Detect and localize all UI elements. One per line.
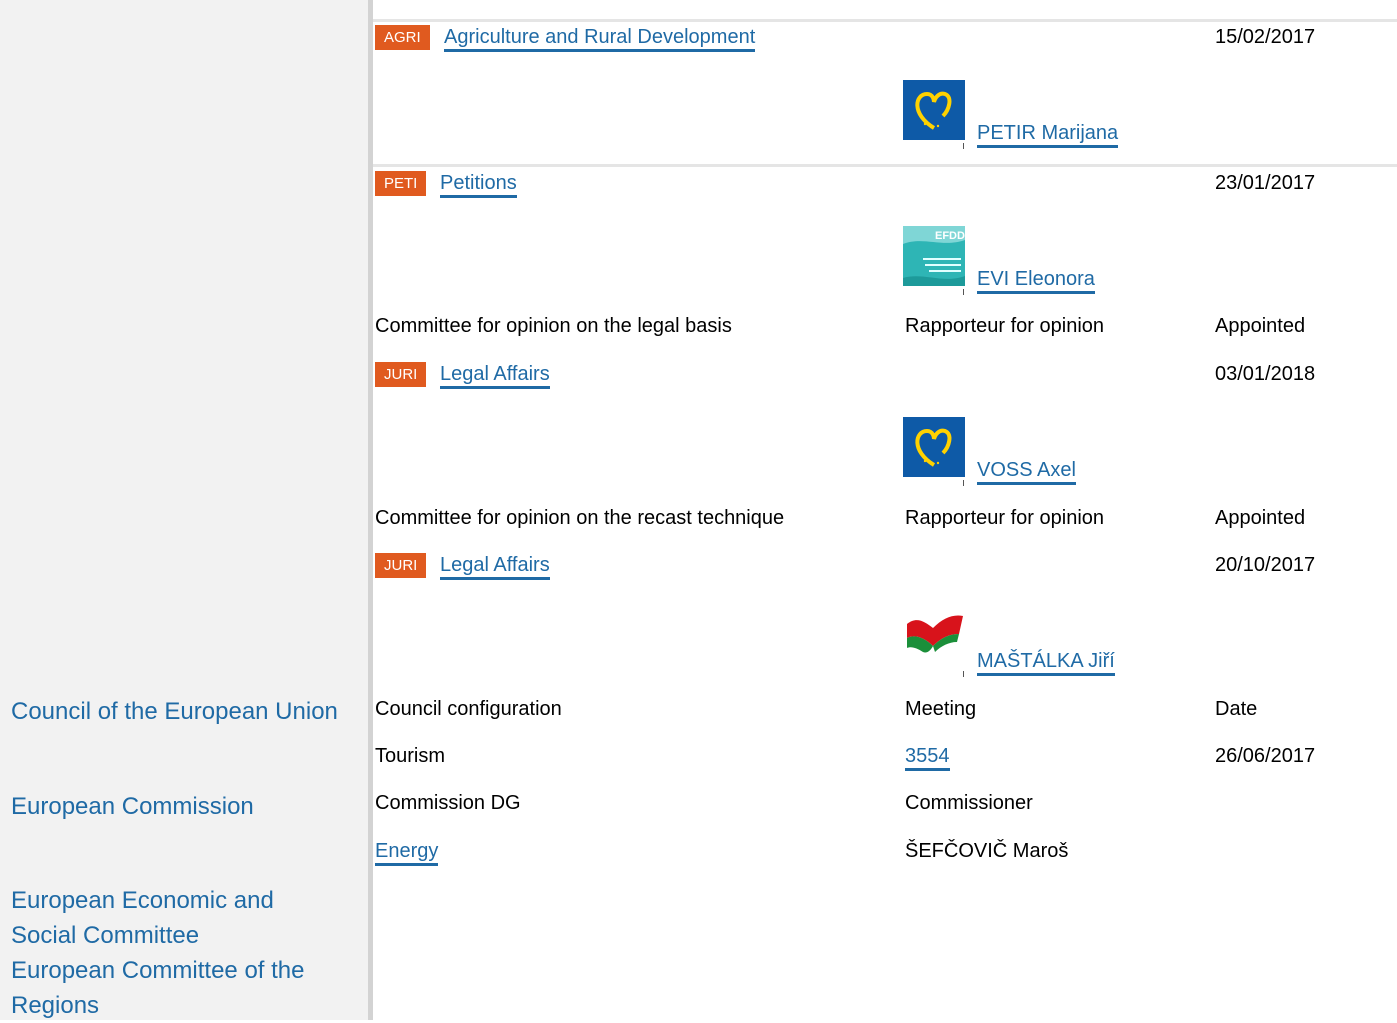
- council-meeting-header: Meeting: [905, 698, 977, 720]
- epp-heart-logo-icon: [903, 80, 965, 140]
- committee-code-badge: PETI: [375, 171, 427, 196]
- epp-heart-logo-icon: [903, 417, 965, 477]
- recast-committee-header: Committee for opinion on the recast tech…: [375, 507, 785, 529]
- commission-dg-header: Commission DG: [375, 792, 521, 814]
- legal-basis-status-header: Appointed: [1215, 315, 1306, 337]
- rapporteur-link[interactable]: PETIR Marijana: [977, 122, 1119, 148]
- institution-eesc-link[interactable]: European Economic and Social Committee: [11, 883, 341, 953]
- commissioner-header: Commissioner: [905, 792, 1033, 814]
- council-date-header: Date: [1215, 698, 1258, 720]
- council-meeting-link[interactable]: 3554: [905, 745, 950, 771]
- institution-commission-link[interactable]: European Commission: [11, 789, 366, 824]
- committee-link-juri[interactable]: Legal Affairs: [440, 554, 550, 580]
- svg-text:EFDD: EFDD: [935, 230, 965, 242]
- committee-date: 23/01/2017: [1215, 172, 1316, 194]
- committee-link-agri[interactable]: Agriculture and Rural Development: [444, 26, 756, 52]
- committee-link-peti[interactable]: Petitions: [440, 172, 517, 198]
- rapporteur-link[interactable]: EVI Eleonora: [977, 268, 1095, 294]
- council-configuration: Tourism: [375, 745, 446, 767]
- committee-link-juri[interactable]: Legal Affairs: [440, 363, 550, 389]
- recast-role-header: Rapporteur for opinion: [905, 507, 1105, 529]
- legal-basis-committee-header: Committee for opinion on the legal basis: [375, 315, 732, 337]
- row-divider: [373, 19, 1397, 22]
- committee-date: 15/02/2017: [1215, 26, 1316, 48]
- committee-code-badge: JURI: [375, 553, 427, 578]
- commissioner-name: ŠEFČOVIČ Maroš: [905, 840, 1069, 862]
- row-divider: [373, 164, 1397, 167]
- rapporteur-link[interactable]: MAŠTÁLKA Jiří: [977, 650, 1115, 676]
- institution-council-link[interactable]: Council of the European Union: [11, 694, 366, 729]
- committee-code-badge: JURI: [375, 362, 427, 387]
- committee-date: 03/01/2018: [1215, 363, 1316, 385]
- recast-status-header: Appointed: [1215, 507, 1306, 529]
- efdd-logo-icon: EFDD: [903, 226, 965, 286]
- sidebar-divider: [368, 0, 373, 1020]
- legal-basis-role-header: Rapporteur for opinion: [905, 315, 1105, 337]
- committee-code-badge: AGRI: [375, 25, 430, 50]
- institution-cor-link[interactable]: European Committee of the Regions: [11, 953, 341, 1023]
- commission-dg-link[interactable]: Energy: [375, 840, 439, 866]
- institution-sidebar: [0, 0, 368, 1020]
- council-configuration-header: Council configuration: [375, 698, 562, 720]
- committee-date: 20/10/2017: [1215, 554, 1316, 576]
- council-date: 26/06/2017: [1215, 745, 1316, 767]
- gue-ngl-flag-logo-icon: [907, 615, 963, 653]
- rapporteur-link[interactable]: VOSS Axel: [977, 459, 1076, 485]
